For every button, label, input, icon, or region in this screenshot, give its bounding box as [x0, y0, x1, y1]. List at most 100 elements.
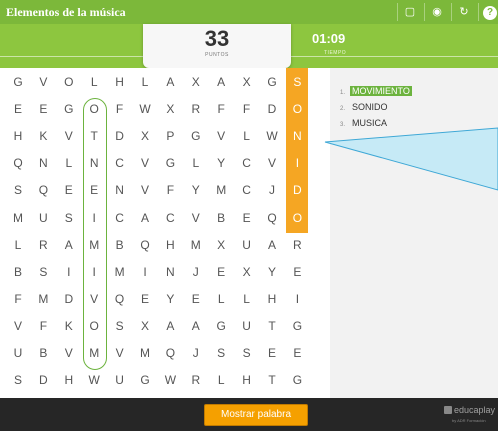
grid-letter[interactable]: B	[6, 262, 30, 282]
grid-letter[interactable]: X	[209, 235, 233, 255]
grid-letter[interactable]: H	[108, 72, 132, 92]
grid-letter[interactable]: V	[57, 343, 81, 363]
grid-letter[interactable]: W	[133, 99, 157, 119]
grid-letter[interactable]: S	[235, 343, 259, 363]
grid-letter[interactable]: F	[108, 99, 132, 119]
grid-letter[interactable]: X	[235, 72, 259, 92]
grid-letter[interactable]: M	[209, 180, 233, 200]
grid-letter[interactable]: C	[235, 153, 259, 173]
grid-letter[interactable]: E	[260, 343, 284, 363]
grid-letter[interactable]: M	[6, 208, 30, 228]
grid-letter[interactable]: R	[184, 370, 208, 390]
grid-letter[interactable]: F	[31, 316, 55, 336]
grid-letter[interactable]: V	[31, 72, 55, 92]
grid-letter[interactable]: R	[184, 99, 208, 119]
grid-letter[interactable]: E	[133, 289, 157, 309]
grid-letter[interactable]: G	[285, 316, 309, 336]
grid-letter[interactable]: O	[82, 316, 106, 336]
grid-letter[interactable]: A	[158, 316, 182, 336]
grid-letter[interactable]: F	[6, 289, 30, 309]
grid-letter[interactable]: S	[57, 208, 81, 228]
grid-letter[interactable]: M	[82, 235, 106, 255]
grid-letter[interactable]: O	[82, 99, 106, 119]
grid-letter[interactable]: E	[57, 180, 81, 200]
grid-letter[interactable]: Q	[133, 235, 157, 255]
grid-letter[interactable]: I	[285, 289, 309, 309]
grid-letter[interactable]: G	[6, 72, 30, 92]
grid-letter[interactable]: G	[184, 126, 208, 146]
grid-letter[interactable]: N	[108, 180, 132, 200]
grid-letter[interactable]: J	[184, 262, 208, 282]
grid-letter[interactable]: S	[209, 343, 233, 363]
grid-letter[interactable]: I	[82, 208, 106, 228]
grid-letter[interactable]: B	[108, 235, 132, 255]
grid-letter[interactable]: I	[285, 153, 309, 173]
grid-letter[interactable]: U	[235, 316, 259, 336]
grid-letter[interactable]: G	[285, 370, 309, 390]
grid-letter[interactable]: R	[31, 235, 55, 255]
grid-letter[interactable]: W	[158, 370, 182, 390]
grid-letter[interactable]: U	[108, 370, 132, 390]
grid-letter[interactable]: I	[82, 262, 106, 282]
grid-letter[interactable]: L	[6, 235, 30, 255]
grid-letter[interactable]: E	[209, 262, 233, 282]
grid-letter[interactable]: S	[6, 180, 30, 200]
grid-letter[interactable]: L	[133, 72, 157, 92]
grid-letter[interactable]: H	[57, 370, 81, 390]
grid-letter[interactable]: E	[235, 208, 259, 228]
grid-letter[interactable]: L	[209, 289, 233, 309]
grid-letter[interactable]: W	[260, 126, 284, 146]
grid-letter[interactable]: U	[31, 208, 55, 228]
grid-letter[interactable]: I	[57, 262, 81, 282]
grid-letter[interactable]: S	[285, 72, 309, 92]
grid-letter[interactable]: V	[6, 316, 30, 336]
grid-letter[interactable]: I	[133, 262, 157, 282]
grid-letter[interactable]: Y	[260, 262, 284, 282]
grid-letter[interactable]: C	[158, 208, 182, 228]
grid-letter[interactable]: D	[57, 289, 81, 309]
grid-letter[interactable]: T	[260, 316, 284, 336]
grid-letter[interactable]: J	[184, 343, 208, 363]
grid-letter[interactable]: J	[260, 180, 284, 200]
grid-letter[interactable]: T	[260, 370, 284, 390]
grid-letter[interactable]: M	[108, 262, 132, 282]
grid-letter[interactable]: X	[133, 126, 157, 146]
grid-letter[interactable]: M	[82, 343, 106, 363]
grid-letter[interactable]: C	[235, 180, 259, 200]
grid-letter[interactable]: N	[82, 153, 106, 173]
grid-letter[interactable]: A	[57, 235, 81, 255]
grid-letter[interactable]: K	[57, 316, 81, 336]
grid-letter[interactable]: T	[82, 126, 106, 146]
restart-icon[interactable]: ↻	[455, 3, 473, 21]
grid-letter[interactable]: V	[133, 180, 157, 200]
fullscreen-icon[interactable]: ▢	[401, 3, 419, 21]
eye-icon[interactable]: ◉	[428, 3, 446, 21]
help-icon[interactable]: ?	[481, 3, 498, 21]
grid-letter[interactable]: N	[285, 126, 309, 146]
grid-letter[interactable]: V	[133, 153, 157, 173]
grid-letter[interactable]: Q	[158, 343, 182, 363]
grid-letter[interactable]: F	[209, 99, 233, 119]
grid-letter[interactable]: A	[209, 72, 233, 92]
grid-letter[interactable]: V	[57, 126, 81, 146]
grid-letter[interactable]: Y	[158, 289, 182, 309]
grid-letter[interactable]: X	[235, 262, 259, 282]
grid-letter[interactable]: S	[6, 370, 30, 390]
grid-letter[interactable]: O	[57, 72, 81, 92]
grid-letter[interactable]: X	[184, 72, 208, 92]
show-word-button[interactable]: Mostrar palabra	[204, 404, 308, 426]
grid-letter[interactable]: Y	[184, 180, 208, 200]
grid-letter[interactable]: L	[82, 72, 106, 92]
grid-letter[interactable]: B	[31, 343, 55, 363]
grid-letter[interactable]: M	[184, 235, 208, 255]
grid-letter[interactable]: A	[158, 72, 182, 92]
grid-letter[interactable]: W	[82, 370, 106, 390]
grid-letter[interactable]: E	[285, 343, 309, 363]
grid-letter[interactable]: D	[108, 126, 132, 146]
grid-letter[interactable]: F	[158, 180, 182, 200]
grid-letter[interactable]: X	[158, 99, 182, 119]
grid-letter[interactable]: D	[31, 370, 55, 390]
grid-letter[interactable]: G	[158, 153, 182, 173]
grid-letter[interactable]: K	[31, 126, 55, 146]
letter-grid[interactable]: GVOLHLAXAXGSEEGOFWXRFFDOHKVTDXPGVLWNQNLN…	[0, 68, 330, 398]
